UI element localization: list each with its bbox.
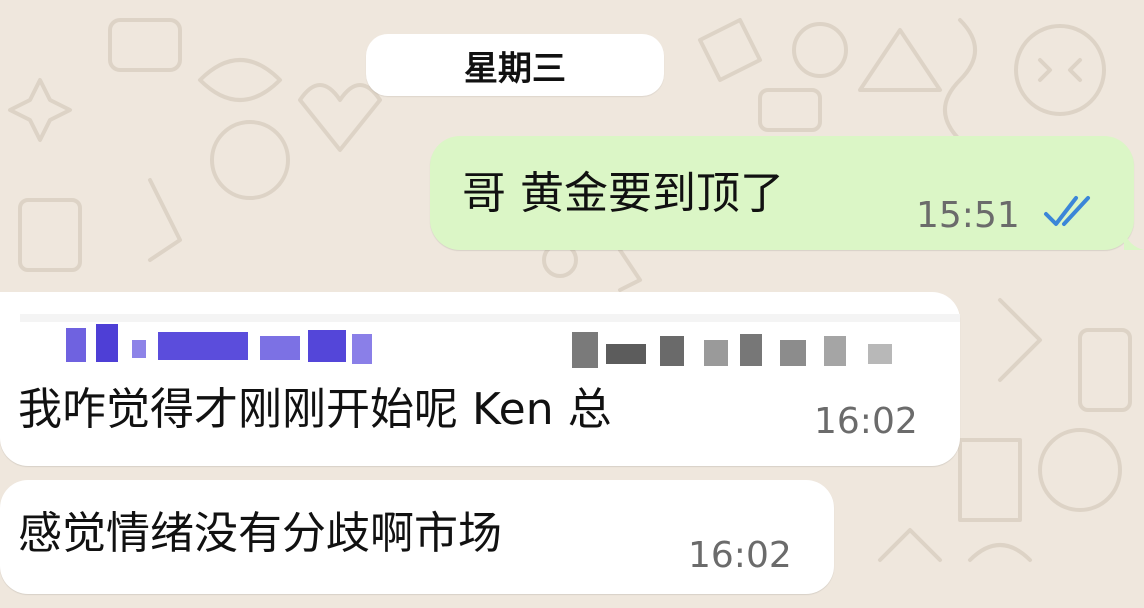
message-text: 我咋觉得才刚刚开始呢 Ken 总 <box>18 384 612 435</box>
date-separator: 星期三 <box>366 34 664 96</box>
message-time: 15:51 <box>916 195 1020 236</box>
incoming-message[interactable]: 感觉情绪没有分歧啊市场 16:02 <box>0 480 834 594</box>
incoming-message[interactable]: 我咋觉得才刚刚开始呢 Ken 总 16:02 <box>0 292 960 466</box>
message-time: 16:02 <box>814 401 918 442</box>
message-text: 哥 黄金要到顶了 <box>462 168 784 219</box>
redacted-header <box>20 314 960 374</box>
bubble-tail <box>1124 230 1144 250</box>
message-time: 16:02 <box>688 535 792 576</box>
message-text: 感觉情绪没有分歧啊市场 <box>18 508 502 559</box>
double-check-icon <box>1044 196 1090 226</box>
outgoing-message[interactable]: 哥 黄金要到顶了 15:51 <box>430 136 1144 250</box>
